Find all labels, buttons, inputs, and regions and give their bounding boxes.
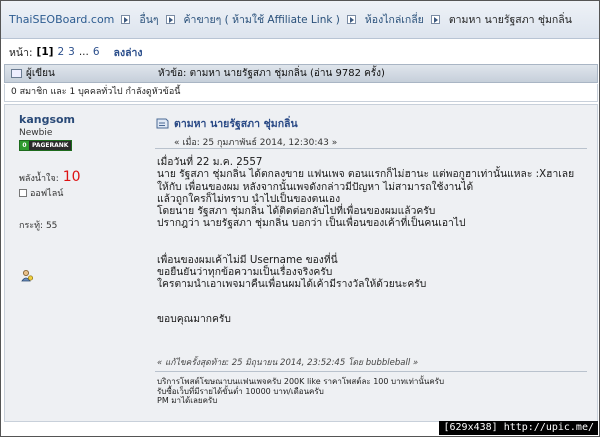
post-line: ให้กับ เพื่อนของผม หลังจากนั้นเพจดังกล่า… — [157, 180, 474, 193]
post-line: ปรากฎว่า นายรัฐสภา ชุ่มกลิ่น บอกว่า เป็น… — [157, 217, 466, 230]
pagination-current-page: [1] — [36, 46, 54, 58]
signature-divider — [155, 371, 587, 372]
post-line: ใครตามนำเอาเพจมาคืนเพื่อนผมได้เค้ามีรางว… — [157, 278, 427, 291]
pagination-page-3[interactable]: 3 — [68, 46, 75, 58]
pagination: หน้า: [1] 2 3 ... 6 ลงล่าง — [9, 44, 143, 60]
go-to-bottom-link[interactable]: ลงล่าง — [114, 44, 143, 61]
status-label: ออฟไลน์ — [30, 189, 64, 199]
poster-status: ออฟไลน์ — [19, 186, 145, 200]
breadcrumb-home-link[interactable]: ThaiSEOBoard.com — [9, 13, 114, 26]
signature-line: บริการโพสต์โฆษณาบนแฟนเพจครับ 200K like ร… — [157, 377, 445, 386]
post-line: เมื่อวันที่ 22 ม.ค. 2557 — [157, 156, 263, 168]
post-subject-icon — [156, 118, 169, 129]
breadcrumb: ThaiSEOBoard.com อื่นๆ ค้าขายๆ ( ห้ามใช้… — [1, 1, 599, 39]
profile-icon[interactable] — [21, 269, 34, 282]
pagination-page-last[interactable]: 6 — [93, 46, 100, 58]
poster-rank: Newbie — [19, 128, 53, 138]
breadcrumb-other-link[interactable]: อื่นๆ — [139, 11, 158, 28]
post-subject-link[interactable]: ตามหา นายรัฐสภา ชุ่มกลิ่น — [174, 115, 337, 132]
karma-value: 10 — [62, 169, 81, 185]
topic-title-header: หัวข้อ: ตามหา นายรัฐสภา ชุ่มกลิ่น (อ่าน … — [158, 68, 385, 79]
post-line: แล้วถูกใครก็ไม่ทราบ นำไปเป็นของตนเอง — [157, 192, 341, 205]
author-column-header: ผู้เขียน — [26, 68, 55, 79]
pagerank-badge: 0 PAGERANK — [19, 140, 73, 151]
viewers-count: 0 สมาชิก และ 1 บุคคลทั่วไป กำลังดูหัวข้อ… — [4, 84, 598, 102]
forum-page: ThaiSEOBoard.com อื่นๆ ค้าขายๆ ( ห้ามใช้… — [0, 0, 600, 437]
pagination-label: หน้า: — [9, 46, 33, 59]
post-subject-row: ตามหา นายรัฐสภา ชุ่มกลิ่น « เมื่อ: 25 กุ… — [155, 115, 337, 149]
breadcrumb-arrow-icon — [346, 15, 356, 24]
topic-header-bar: ผู้เขียน หัวข้อ: ตามหา นายรัฐสภา ชุ่มกลิ… — [4, 64, 598, 83]
post-content: ตามหา นายรัฐสภา ชุ่มกลิ่น « เมื่อ: 25 กุ… — [149, 105, 597, 421]
poster-info: kangsom Newbie 0 PAGERANK พลังน้ำใจ: 10 อ… — [5, 105, 145, 421]
poster-karma: พลังน้ำใจ: 10 — [19, 169, 145, 185]
poster-username-link[interactable]: kangsom — [19, 113, 145, 126]
post-thanks: ขอบคุณมากครับ — [157, 312, 231, 325]
pagerank-number: 0 — [20, 141, 29, 150]
pagerank-label: PAGERANK — [29, 141, 72, 150]
breadcrumb-current-topic: ตามหา นายรัฐสภา ชุ่มกลิ่น — [448, 14, 572, 26]
topic-icon — [11, 69, 22, 78]
karma-label: พลังน้ำใจ: — [19, 174, 59, 184]
post-body: เมื่อวันที่ 22 ม.ค. 2557 นาย รัฐสภา ชุ่ม… — [157, 156, 593, 325]
post-line: นาย รัฐสภา ชุ่มกลิ่น ได้ตกลงขาย แฟนเพจ ต… — [157, 168, 575, 181]
post-date: « เมื่อ: 25 กุมภาพันธ์ 2014, 12:30:43 » — [174, 138, 338, 148]
post-edited-note: « แก้ไขครั้งสุดท้าย: 25 มิถุนายน 2014, 2… — [157, 358, 419, 368]
image-host-watermark: [629x438] http://upic.me/ — [439, 421, 598, 435]
signature-line: รับซื้อเว็บที่มีรายได้ขั้นต่ำ 10000 บาท/… — [157, 386, 324, 396]
post-line: ขอยืนยันว่าทุกข้อความเป็นเรื่องจริงครับ — [157, 266, 333, 279]
post-signature: บริการโพสต์โฆษณาบนแฟนเพจครับ 200K like ร… — [157, 377, 444, 406]
pagination-page-2[interactable]: 2 — [57, 46, 64, 58]
pagination-ellipsis: ... — [78, 46, 89, 58]
signature-line: PM มาได้เลยครับ — [157, 396, 218, 406]
breadcrumb-mediation-link[interactable]: ห้องไกล่เกลี่ย — [365, 11, 424, 28]
post: kangsom Newbie 0 PAGERANK พลังน้ำใจ: 10 อ… — [4, 104, 598, 422]
post-line: โดยนาย รัฐสภา ชุ่มกลิ่น ได้ติดต่อกลับไปท… — [157, 205, 436, 218]
poster-post-count: กระทู้: 55 — [19, 221, 58, 231]
offline-icon — [19, 189, 27, 197]
breadcrumb-arrow-icon — [121, 15, 131, 24]
breadcrumb-trade-link[interactable]: ค้าขายๆ ( ห้ามใช้ Affiliate Link ) — [184, 11, 340, 28]
post-header-divider — [155, 148, 587, 149]
post-line: เพื่อนของผมเค้าไม่มี Username ของที่นี่ — [157, 253, 338, 266]
breadcrumb-arrow-icon — [430, 15, 440, 24]
breadcrumb-arrow-icon — [165, 15, 175, 24]
